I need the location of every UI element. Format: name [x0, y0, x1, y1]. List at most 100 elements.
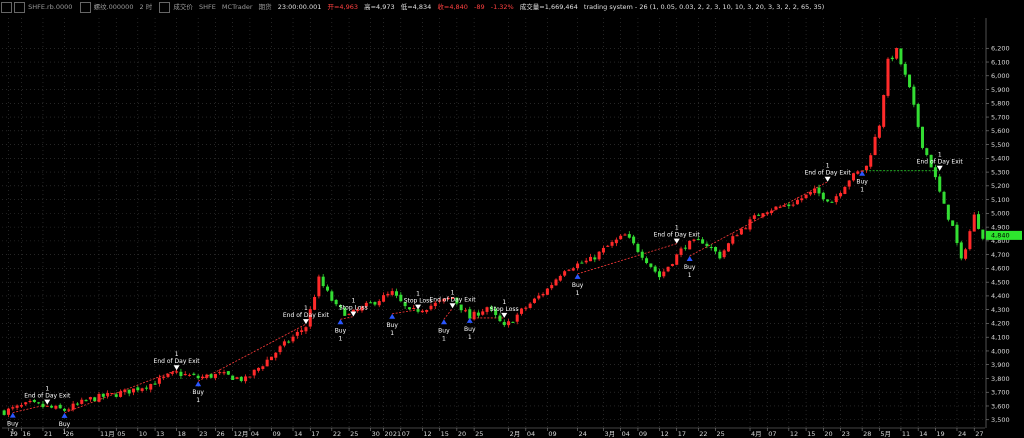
- buy-arrow-icon: [61, 412, 68, 418]
- exit-qty: 1: [675, 225, 679, 232]
- candle-body: [313, 297, 317, 310]
- candle: [88, 396, 92, 402]
- candle: [636, 242, 640, 254]
- candle: [558, 274, 562, 282]
- candle: [287, 340, 291, 344]
- candle-body: [54, 405, 58, 409]
- buy-arrow-icon: [859, 170, 866, 176]
- time-tick-label: 04: [527, 430, 535, 438]
- candle-body: [101, 393, 105, 397]
- candle: [847, 179, 851, 190]
- candle-body: [213, 373, 217, 378]
- candle: [265, 356, 269, 367]
- candle: [218, 369, 222, 375]
- candle-body: [946, 204, 950, 220]
- candle-body: [912, 86, 916, 105]
- candle-body: [123, 389, 127, 393]
- candle: [196, 373, 200, 380]
- price-tick-label: 5,100: [991, 196, 1010, 204]
- candle: [110, 392, 114, 395]
- candle-body: [739, 228, 743, 235]
- candle: [714, 246, 718, 255]
- candle-body: [851, 173, 856, 181]
- candle: [377, 299, 381, 308]
- candle-body: [795, 200, 799, 205]
- candle: [472, 309, 476, 321]
- candle-body: [502, 321, 506, 326]
- candle-body: [882, 95, 886, 127]
- exit-arrow-icon: [501, 312, 508, 318]
- candle-body: [800, 198, 804, 201]
- candle: [567, 268, 571, 272]
- time-tick-label: 27: [975, 430, 983, 438]
- price-tick-label: 4,100: [991, 333, 1010, 341]
- candle: [545, 287, 549, 296]
- time-tick-label: 22: [333, 430, 341, 438]
- candle-body: [15, 405, 19, 408]
- candle-body: [511, 321, 515, 323]
- time-tick-label: 30: [372, 430, 380, 438]
- price-tick-label: 5,600: [991, 127, 1010, 135]
- candle: [791, 201, 795, 208]
- candle: [123, 388, 127, 395]
- candle: [808, 191, 812, 197]
- candle-body: [541, 293, 545, 296]
- time-tick-label: 2021: [385, 430, 402, 438]
- candle-body: [420, 310, 424, 313]
- candle: [183, 371, 187, 376]
- candle-body: [317, 276, 321, 297]
- candle: [119, 389, 123, 398]
- candle-body: [481, 311, 485, 315]
- candle: [463, 307, 467, 313]
- candle-body: [632, 236, 636, 244]
- candle-body: [235, 377, 239, 379]
- candle-body: [175, 371, 179, 373]
- candle: [783, 203, 787, 207]
- candle-body: [752, 215, 756, 219]
- last-price-label: 4,840: [991, 232, 1010, 240]
- price-chart[interactable]: Buy1End of Day Exit1Buy1End of Day Exit1…: [0, 0, 1024, 438]
- exit-label: Stop Loss: [404, 298, 433, 305]
- candle: [770, 208, 774, 216]
- candle: [144, 385, 148, 391]
- candle-body: [774, 206, 778, 210]
- candle: [804, 194, 808, 199]
- candle-body: [627, 234, 631, 238]
- candle-body: [347, 313, 351, 315]
- candle-body: [873, 136, 877, 156]
- trade-line: [577, 243, 677, 275]
- candle: [399, 292, 403, 302]
- buy-arrow-icon: [466, 317, 473, 323]
- candle-body: [588, 256, 593, 262]
- candle: [41, 400, 45, 409]
- candle-body: [485, 307, 489, 312]
- candle: [244, 374, 248, 384]
- candle: [692, 238, 696, 243]
- time-tick-label: 05: [117, 430, 125, 438]
- candle: [813, 185, 817, 196]
- candle-body: [304, 327, 308, 332]
- candle: [226, 371, 230, 376]
- candle-body: [558, 275, 562, 281]
- candle-body: [692, 239, 696, 241]
- buy-label: Buy: [7, 421, 19, 428]
- price-tick-label: 4,700: [991, 251, 1010, 259]
- candle-body: [964, 249, 968, 259]
- exit-marker: End of Day Exit1: [154, 351, 200, 371]
- candle: [645, 256, 649, 265]
- candle: [239, 376, 243, 383]
- candle-body: [657, 271, 661, 278]
- time-tick-label: 13: [156, 430, 164, 438]
- candle-body: [662, 271, 666, 277]
- exit-marker: Stop Loss1: [490, 299, 519, 318]
- candle-body: [748, 219, 752, 230]
- buy-marker: Buy1: [438, 319, 450, 342]
- price-tick-label: 5,000: [991, 210, 1010, 218]
- candle-body: [696, 239, 700, 241]
- candle-body: [149, 383, 153, 390]
- candle-body: [886, 58, 890, 96]
- candle-body: [701, 239, 705, 244]
- candle-body: [131, 388, 136, 393]
- candle: [528, 302, 532, 309]
- candle-body: [821, 192, 825, 200]
